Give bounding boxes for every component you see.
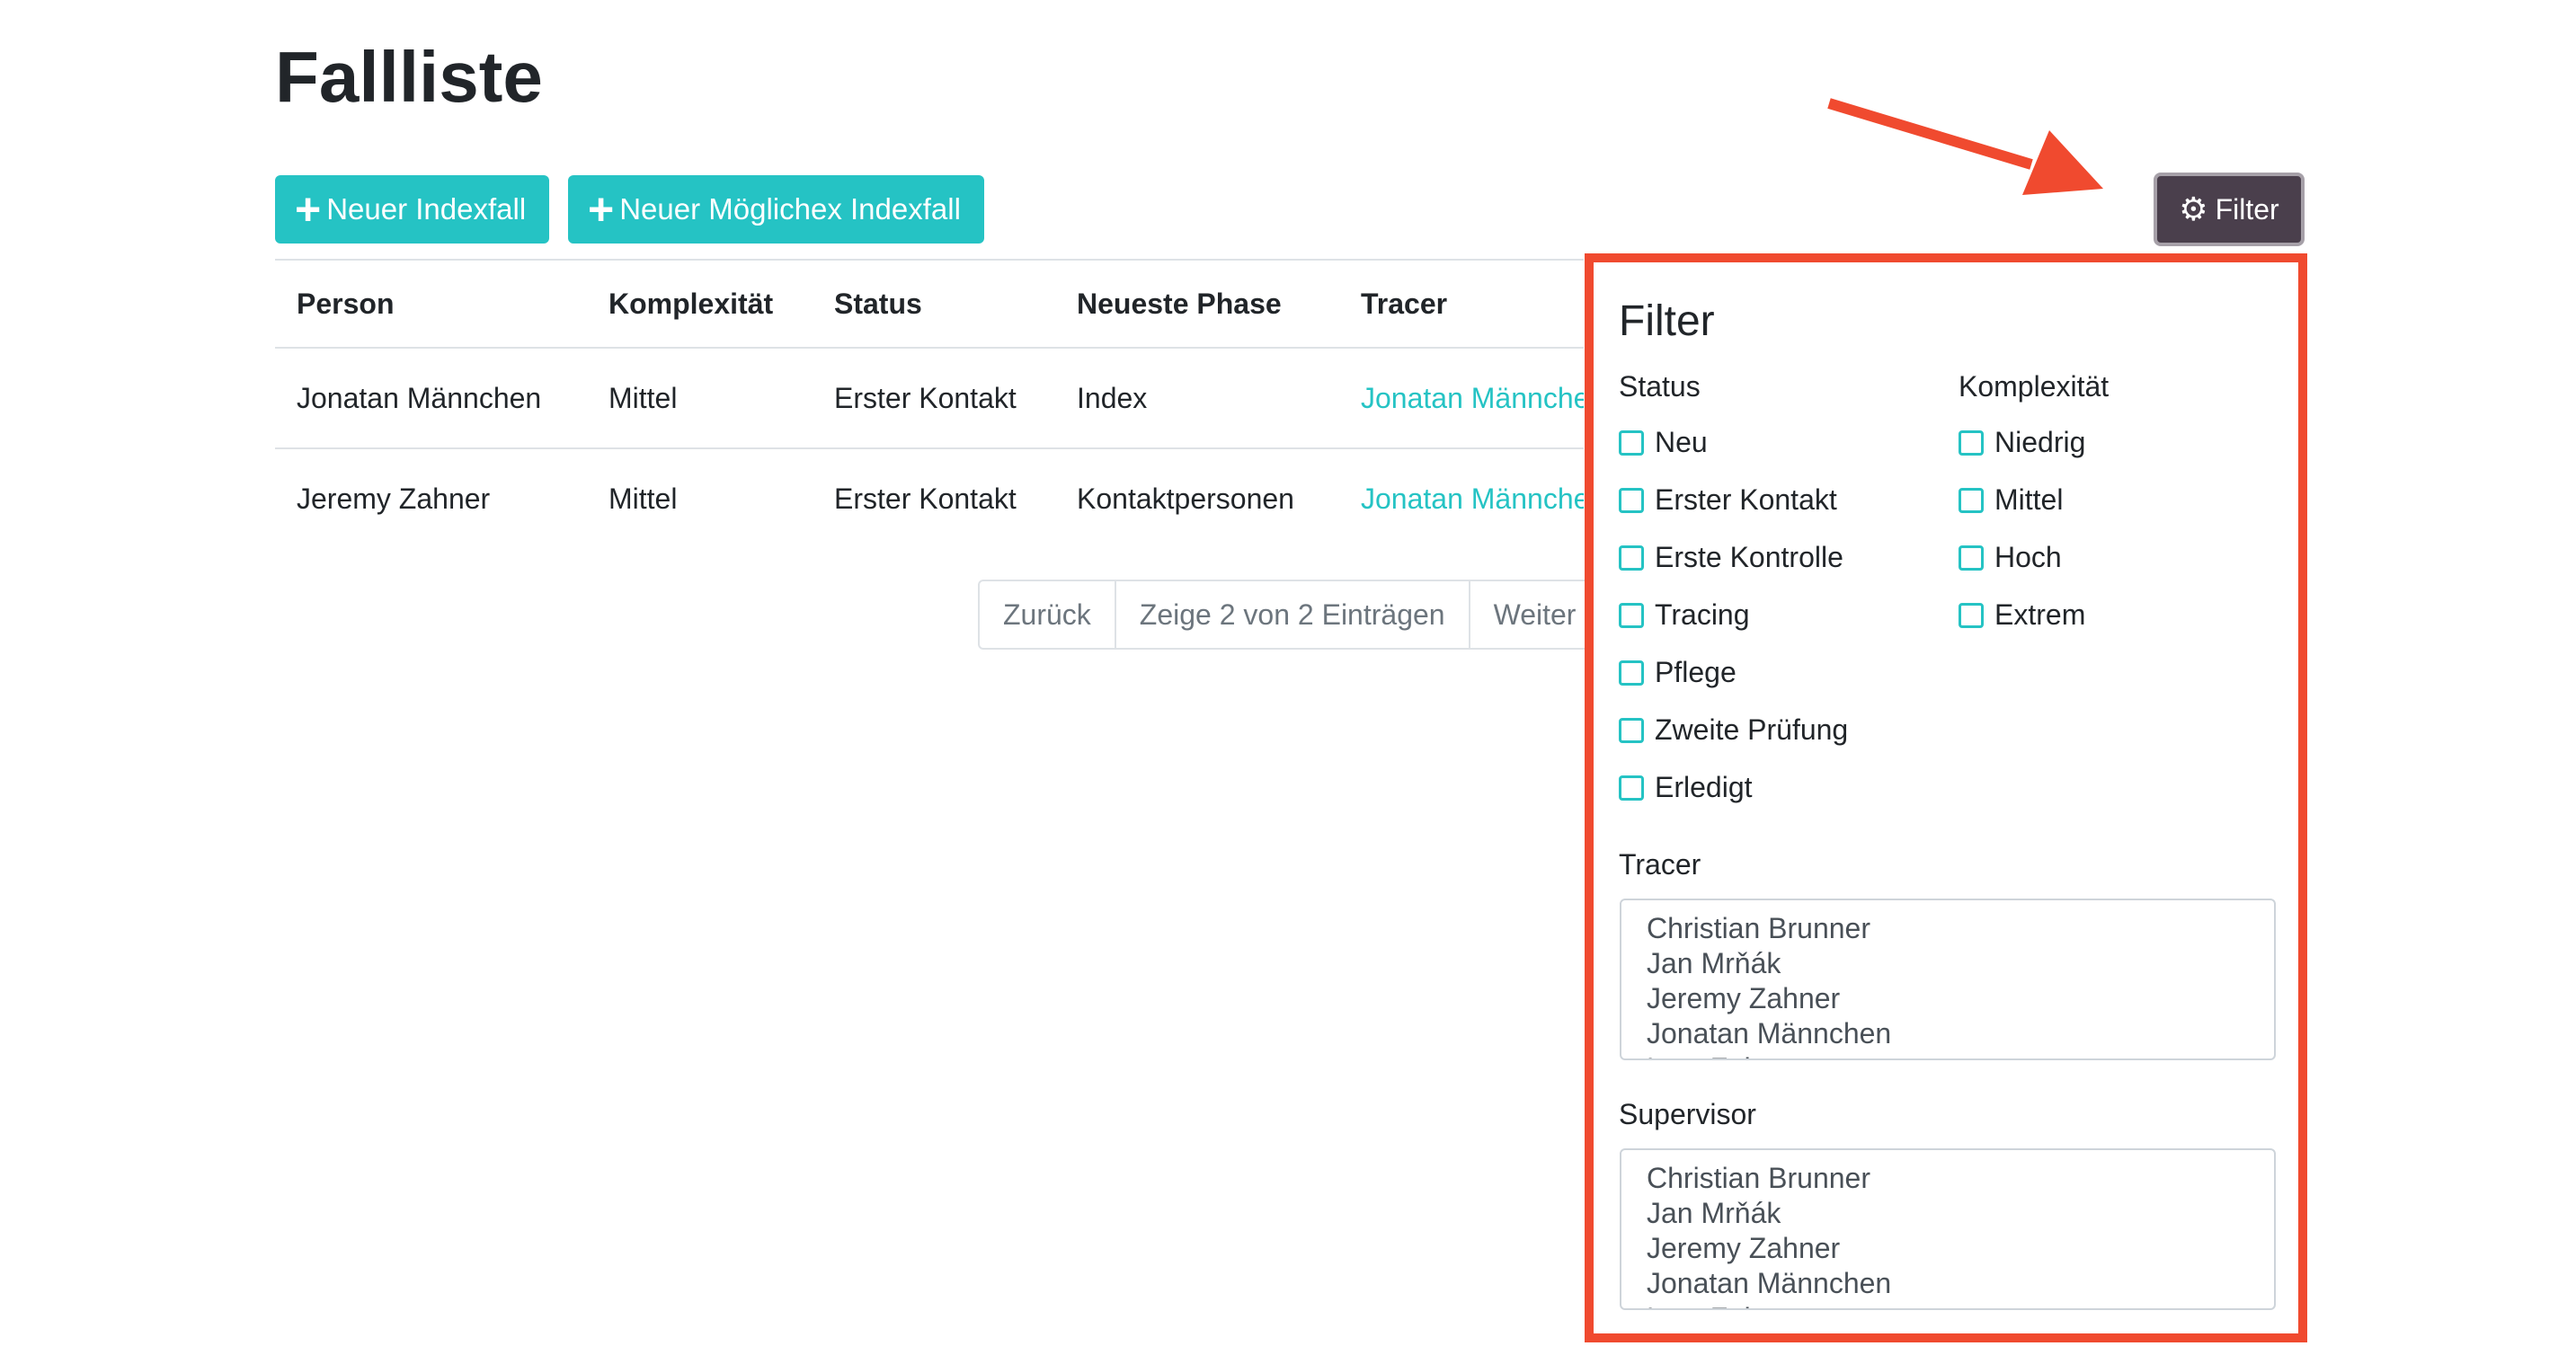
table-row[interactable]: Jeremy Zahner Mittel Erster Kontakt Kont… (275, 449, 1584, 548)
supervisor-option[interactable]: Jeremy Zahner (1647, 1231, 2249, 1266)
supervisor-option[interactable]: Lars Zahner (1647, 1301, 2249, 1308)
checkbox-icon (1619, 430, 1644, 456)
supervisor-option[interactable]: Christian Brunner (1647, 1161, 2249, 1196)
complexity-checkbox-extrem[interactable]: Extrem (1959, 598, 2085, 632)
status-checkbox-tracing[interactable]: Tracing (1619, 598, 1750, 632)
status-checkbox-pflege[interactable]: Pflege (1619, 656, 1737, 689)
status-checkbox-zweite-pruefung[interactable]: Zweite Prüfung (1619, 713, 1848, 747)
new-possible-index-button[interactable]: + Neuer Möglichex Indexfall (568, 175, 984, 244)
tracer-select[interactable]: Christian Brunner Jan Mrňák Jeremy Zahne… (1620, 899, 2276, 1060)
checkbox-icon (1959, 487, 1984, 513)
tracer-filter-label: Tracer (1619, 848, 1701, 881)
pagination-next-button[interactable]: Weiter (1470, 581, 1600, 648)
complexity-cell: Mittel (608, 482, 678, 515)
plus-icon: + (588, 184, 615, 235)
supervisor-filter-label: Supervisor (1619, 1098, 1756, 1130)
person-cell: Jonatan Männchen (297, 381, 542, 414)
column-header-complexity[interactable]: Komplexität (587, 288, 813, 321)
phase-cell: Kontaktpersonen (1077, 482, 1294, 515)
page-title: Fallliste (275, 37, 543, 117)
checkbox-icon (1619, 602, 1644, 628)
annotation-arrow-icon (1827, 98, 2103, 195)
status-checkbox-neu[interactable]: Neu (1619, 426, 1708, 459)
checkbox-icon (1619, 660, 1644, 686)
filter-button[interactable]: ⚙ Filter (2154, 173, 2305, 246)
tracer-option[interactable]: Lars Zahner (1647, 1051, 2249, 1058)
tracer-link[interactable]: Jonatan Männchen (1339, 483, 1584, 516)
complexity-cell: Mittel (608, 381, 678, 414)
table-header-row: Person Komplexität Status Neueste Phase … (275, 261, 1584, 347)
pagination-info: Zeige 2 von 2 Einträgen (1116, 581, 1470, 648)
column-header-tracer[interactable]: Tracer (1339, 288, 1584, 321)
phase-cell: Index (1077, 381, 1148, 414)
status-filter-label: Status (1619, 370, 1701, 403)
checkbox-icon (1959, 430, 1984, 456)
tracer-option[interactable]: Jeremy Zahner (1647, 981, 2249, 1016)
tracer-link[interactable]: Jonatan Männchen (1339, 382, 1584, 415)
filter-panel: Filter Status Komplexität Neu Erster Kon… (1585, 253, 2307, 1342)
new-index-button[interactable]: + Neuer Indexfall (275, 175, 550, 244)
supervisor-option[interactable]: Jan Mrňák (1647, 1196, 2249, 1231)
checkbox-icon (1619, 775, 1644, 801)
person-cell: Jeremy Zahner (297, 482, 491, 515)
case-table: Person Komplexität Status Neueste Phase … (275, 259, 1584, 548)
column-header-person[interactable]: Person (275, 288, 587, 321)
status-checkbox-erster-kontakt[interactable]: Erster Kontakt (1619, 483, 1837, 517)
supervisor-select[interactable]: Christian Brunner Jan Mrňák Jeremy Zahne… (1620, 1148, 2276, 1310)
checkbox-icon (1959, 602, 1984, 628)
complexity-checkbox-mittel[interactable]: Mittel (1959, 483, 2063, 517)
complexity-checkbox-hoch[interactable]: Hoch (1959, 541, 2062, 574)
table-row[interactable]: Jonatan Männchen Mittel Erster Kontakt I… (275, 349, 1584, 447)
pagination: Zurück Zeige 2 von 2 Einträgen Weiter (978, 580, 1602, 650)
column-header-phase[interactable]: Neueste Phase (1055, 288, 1339, 321)
filter-panel-title: Filter (1619, 297, 1715, 345)
checkbox-icon (1619, 487, 1644, 513)
pagination-prev-button[interactable]: Zurück (980, 581, 1116, 648)
tracer-option[interactable]: Christian Brunner (1647, 911, 2249, 946)
checkbox-icon (1619, 545, 1644, 571)
tracer-option[interactable]: Jan Mrňák (1647, 946, 2249, 981)
gear-icon: ⚙ (2179, 190, 2208, 227)
checkbox-icon (1959, 545, 1984, 571)
complexity-filter-label: Komplexität (1959, 370, 2110, 403)
supervisor-option[interactable]: Jonatan Männchen (1647, 1266, 2249, 1301)
checkbox-icon (1619, 717, 1644, 743)
status-checkbox-erste-kontrolle[interactable]: Erste Kontrolle (1619, 541, 1843, 574)
status-checkbox-erledigt[interactable]: Erledigt (1619, 771, 1753, 804)
new-possible-index-label: Neuer Möglichex Indexfall (619, 192, 961, 226)
plus-icon: + (295, 184, 322, 235)
complexity-checkbox-niedrig[interactable]: Niedrig (1959, 426, 2085, 459)
filter-button-label: Filter (2215, 192, 2279, 226)
status-cell: Erster Kontakt (834, 482, 1017, 515)
column-header-status[interactable]: Status (813, 288, 1055, 321)
tracer-option[interactable]: Jonatan Männchen (1647, 1016, 2249, 1051)
status-cell: Erster Kontakt (834, 381, 1017, 414)
new-index-label: Neuer Indexfall (326, 192, 527, 226)
